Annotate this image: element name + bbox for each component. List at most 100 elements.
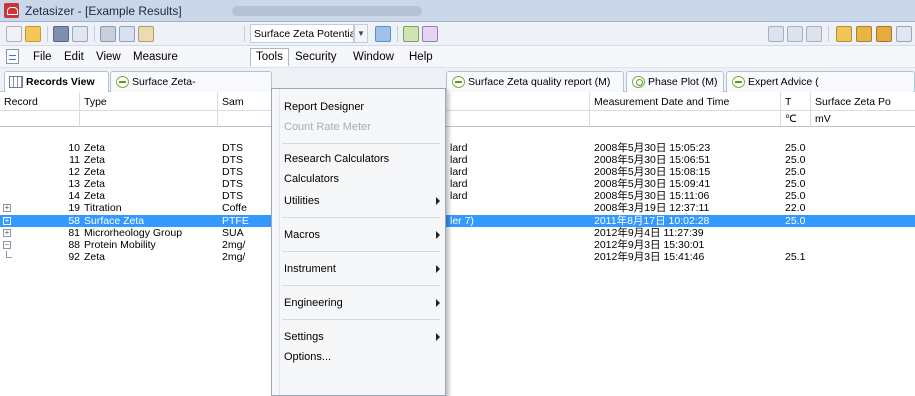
up-icon[interactable] <box>806 26 822 42</box>
sample-cell: DTS <box>222 190 243 202</box>
menu-separator <box>282 217 440 218</box>
menu-edit[interactable]: Edit <box>59 48 89 66</box>
table-row-selected[interactable]: + 58 Surface Zeta PTFE ler 7) 2011年8月17日… <box>0 215 915 227</box>
menu-security[interactable]: Security <box>290 48 342 66</box>
paste-icon[interactable] <box>138 26 154 42</box>
datetime-cell: 2008年5月30日 15:09:41 <box>594 178 711 190</box>
table-row[interactable]: 92 Zeta 2mg/ 2012年9月3日 15:41:46 25.1 <box>0 251 915 263</box>
table-row[interactable]: 12 Zeta DTS lard 2008年5月30日 15:08:15 25.… <box>0 166 915 178</box>
column-header-measurement-date[interactable]: Measurement Date and Time <box>590 92 781 111</box>
chevron-down-icon[interactable]: ▼ <box>354 24 368 43</box>
sample-cell: SUA <box>222 227 244 239</box>
type-cell: Surface Zeta <box>84 215 145 227</box>
type-cell: Zeta <box>84 154 106 166</box>
type-cell: Zeta <box>84 166 106 178</box>
submenu-arrow-icon <box>436 299 440 307</box>
menu-gutter <box>272 89 280 395</box>
report-icon[interactable] <box>896 26 912 42</box>
menu-item-utilities[interactable]: Utilities <box>284 191 439 211</box>
datetime-cell: 2011年8月17日 10:02:28 <box>594 215 710 227</box>
toolbar-separator <box>397 26 398 42</box>
menu-help[interactable]: Help <box>404 48 438 66</box>
unit-zeta: mV <box>811 111 915 127</box>
tab-label: Surface Zeta- <box>132 76 196 88</box>
new-file-icon[interactable] <box>6 26 22 42</box>
menu-item-settings[interactable]: Settings <box>284 327 439 347</box>
expand-icon[interactable]: + <box>3 217 11 225</box>
tab-surface-zeta-quality-report[interactable]: Surface Zeta quality report (M) <box>446 71 624 92</box>
expand-icon[interactable]: + <box>3 204 11 212</box>
column-header-type[interactable]: Type <box>80 92 218 111</box>
unit-cell <box>0 111 80 127</box>
column-header-surface-zeta[interactable]: Surface Zeta Po <box>811 92 915 111</box>
datetime-cell: 2008年5月30日 15:06:51 <box>594 154 711 166</box>
table-row[interactable]: 13 Zeta DTS lard 2008年5月30日 15:09:41 25.… <box>0 178 915 190</box>
menu-item-macros[interactable]: Macros <box>284 225 439 245</box>
start-measurement-icon[interactable] <box>375 26 391 42</box>
sample-cell: DTS <box>222 154 243 166</box>
menu-item-calculators[interactable]: Calculators <box>284 169 439 189</box>
temperature-cell: 25.0 <box>785 190 806 202</box>
menu-separator <box>282 285 440 286</box>
tab-label: Surface Zeta quality report (M) <box>468 76 611 88</box>
expand-icon[interactable]: + <box>3 229 11 237</box>
sample-tail-cell: lard <box>450 154 468 166</box>
table-row[interactable]: − 88 Protein Mobility 2mg/ 2012年9月3日 15:… <box>0 239 915 251</box>
sop-type-combo[interactable]: Surface Zeta Potential <box>250 24 354 43</box>
menu-file[interactable]: File <box>28 48 57 66</box>
menu-bar: File Edit View Measure Tools Security Wi… <box>0 46 915 68</box>
print-preview-icon[interactable] <box>72 26 88 42</box>
toolbar-separator <box>244 26 245 42</box>
collapse-icon[interactable]: − <box>3 241 11 249</box>
menu-tools[interactable]: Tools <box>250 48 289 66</box>
copy-icon[interactable] <box>119 26 135 42</box>
play-icon[interactable] <box>787 26 803 42</box>
menu-item-options[interactable]: Options... <box>284 347 439 367</box>
record-cell: 10 <box>68 142 80 154</box>
manual-measurement-icon[interactable] <box>422 26 438 42</box>
type-cell: Zeta <box>84 142 106 154</box>
menu-window[interactable]: Window <box>348 48 399 66</box>
open-folder-icon[interactable] <box>25 26 41 42</box>
tab-surface-zeta[interactable]: Surface Zeta- <box>110 71 272 92</box>
menu-item-instrument[interactable]: Instrument <box>284 259 439 279</box>
tab-phase-plot[interactable]: Phase Plot (M) <box>626 71 724 92</box>
report-icon[interactable] <box>836 26 852 42</box>
cut-icon[interactable] <box>100 26 116 42</box>
menu-view[interactable]: View <box>91 48 126 66</box>
menu-item-report-designer[interactable]: Report Designer <box>284 97 439 117</box>
datetime-cell: 2008年5月30日 15:11:06 <box>594 190 710 202</box>
table-row[interactable]: + 19 Titration Coffe 2008年3月19日 12:37:11… <box>0 202 915 214</box>
unit-cell <box>80 111 218 127</box>
document-tabs: Records View Surface Zeta- Surface Zeta … <box>0 68 915 93</box>
report-icon[interactable] <box>856 26 872 42</box>
unit-cell <box>590 111 781 127</box>
sample-cell: Coffe <box>222 202 247 214</box>
print-icon[interactable] <box>53 26 69 42</box>
submenu-arrow-icon <box>436 231 440 239</box>
sample-tail-cell: ler 7) <box>450 215 474 227</box>
navigate-icon[interactable] <box>768 26 784 42</box>
type-cell: Microrheology Group <box>84 227 183 239</box>
menu-item-research-calculators[interactable]: Research Calculators <box>284 149 439 169</box>
menu-item-engineering[interactable]: Engineering <box>284 293 439 313</box>
table-row[interactable]: 10 Zeta DTS lard 2008年5月30日 15:05:23 25.… <box>0 142 915 154</box>
sample-cell: DTS <box>222 178 243 190</box>
column-header-record[interactable]: Record <box>0 92 80 111</box>
datetime-cell: 2012年9月3日 15:30:01 <box>594 239 705 251</box>
table-row[interactable]: + 81 Microrheology Group SUA 2012年9月4日 1… <box>0 227 915 239</box>
column-header-temperature[interactable]: T <box>781 92 811 111</box>
document-icon[interactable] <box>6 49 19 64</box>
records-grid[interactable]: Record Type Sam Measurement Date and Tim… <box>0 92 915 396</box>
toolbar: Surface Zeta Potential ▼ <box>0 22 915 46</box>
table-row[interactable]: 11 Zeta DTS lard 2008年5月30日 15:06:51 25.… <box>0 154 915 166</box>
zetasizer-app-icon[interactable] <box>4 3 19 18</box>
toolbar-separator <box>828 26 829 42</box>
menu-measure[interactable]: Measure <box>128 48 183 66</box>
tab-expert-advice[interactable]: Expert Advice ( <box>726 71 915 92</box>
table-row[interactable]: 14 Zeta DTS lard 2008年5月30日 15:11:06 25.… <box>0 190 915 202</box>
sop-icon[interactable] <box>403 26 419 42</box>
tab-records-view[interactable]: Records View <box>4 71 109 93</box>
sample-cell: 2mg/ <box>222 239 246 251</box>
report-icon[interactable] <box>876 26 892 42</box>
